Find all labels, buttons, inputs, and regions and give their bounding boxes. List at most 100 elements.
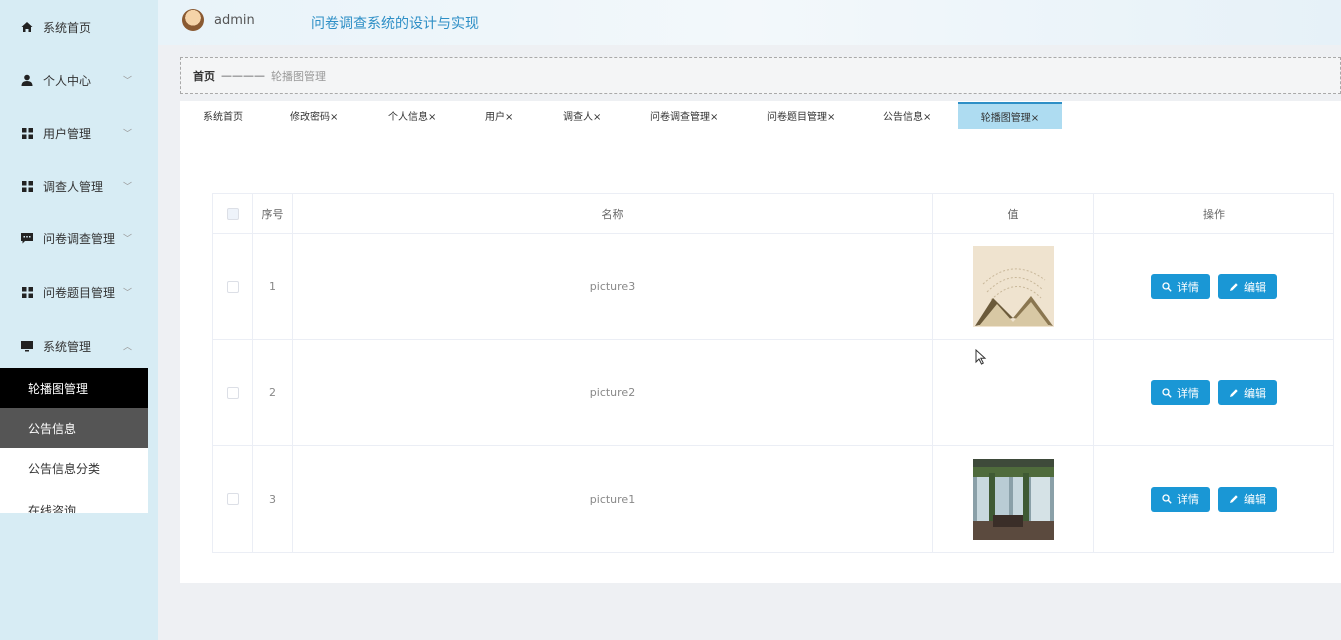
table-header: 序号 名称 值 操作 xyxy=(213,194,1333,234)
row-checkbox-cell xyxy=(213,446,253,552)
row-operations: 详情 编辑 xyxy=(1094,340,1334,445)
detail-button[interactable]: 详情 xyxy=(1151,274,1210,299)
grid-icon xyxy=(20,126,34,140)
row-value xyxy=(933,446,1094,552)
sidebar-item-system[interactable]: 系统管理 ︿ xyxy=(0,320,148,372)
tab-profile[interactable]: 个人信息× xyxy=(388,102,436,129)
tab-home[interactable]: 系统首页 xyxy=(203,102,243,129)
detail-label: 详情 xyxy=(1177,493,1199,506)
chevron-down-icon: ﹀ xyxy=(122,182,132,193)
row-name: picture2 xyxy=(293,340,933,445)
chevron-up-icon: ︿ xyxy=(122,342,132,353)
detail-button[interactable]: 详情 xyxy=(1151,486,1210,512)
submenu-notice-category[interactable]: 公告信息分类 xyxy=(0,448,148,488)
row-checkbox-cell xyxy=(213,234,253,339)
sidebar-item-label: 问卷题目管理 xyxy=(43,285,116,300)
avatar[interactable] xyxy=(182,9,204,31)
breadcrumb-current: 轮播图管理 xyxy=(271,69,326,83)
row-checkbox[interactable] xyxy=(226,493,239,505)
sidebar: 系统首页 个人中心 ﹀ 用户管理 ﹀ 调查人管理 ﹀ 问卷调查管理 ﹀ 问卷题目… xyxy=(0,0,158,640)
chevron-down-icon: ﹀ xyxy=(122,76,132,87)
tab-bar: 系统首页 修改密码× 个人信息× 用户× 调查人× 问卷调查管理× 问卷题目管理… xyxy=(180,101,1341,129)
search-icon xyxy=(1162,387,1172,398)
tab-notice[interactable]: 公告信息× xyxy=(883,102,931,129)
table-row: 1 picture3 详情 编辑 xyxy=(213,234,1333,340)
header-name: 名称 xyxy=(293,194,933,233)
search-icon xyxy=(1162,281,1172,292)
pencil-icon xyxy=(1230,388,1238,397)
row-value xyxy=(933,234,1094,339)
breadcrumb-home[interactable]: 首页 xyxy=(193,68,215,84)
interior-image xyxy=(972,458,1054,540)
sidebar-item-questions[interactable]: 问卷题目管理 ﹀ xyxy=(0,266,148,318)
header-operations: 操作 xyxy=(1203,207,1225,221)
book-image xyxy=(972,246,1054,327)
tab-surveyor[interactable]: 调查人× xyxy=(563,102,601,129)
header-checkbox-cell xyxy=(213,194,253,233)
table-row: 3 picture1 详情 编辑 xyxy=(213,446,1333,552)
sidebar-item-label: 用户管理 xyxy=(43,126,92,141)
sidebar-item-surveyors[interactable]: 调查人管理 ﹀ xyxy=(0,160,148,212)
select-all-checkbox[interactable] xyxy=(226,207,239,220)
app-title: 问卷调查系统的设计与实现 xyxy=(311,16,479,32)
sidebar-item-home[interactable]: 系统首页 xyxy=(0,1,148,53)
cursor-icon xyxy=(975,349,987,365)
edit-button[interactable]: 编辑 xyxy=(1218,380,1277,405)
chevron-down-icon: ﹀ xyxy=(122,234,132,245)
header-value: 值 xyxy=(933,194,1094,233)
chevron-down-icon: ﹀ xyxy=(122,288,132,299)
row-index: 1 xyxy=(253,234,293,339)
sidebar-item-label: 问卷调查管理 xyxy=(43,231,116,246)
detail-label: 详情 xyxy=(1177,280,1199,294)
row-operations: 详情 编辑 xyxy=(1094,234,1334,339)
sidebar-item-surveys[interactable]: 问卷调查管理 ﹀ xyxy=(0,212,148,264)
pencil-icon xyxy=(1230,282,1238,291)
detail-button[interactable]: 详情 xyxy=(1151,380,1210,405)
monitor-icon xyxy=(20,339,34,353)
grid-icon xyxy=(20,179,34,193)
row-checkbox[interactable] xyxy=(226,280,239,293)
tab-survey-management[interactable]: 问卷调查管理× xyxy=(650,102,718,129)
main-panel: 系统首页 修改密码× 个人信息× 用户× 调查人× 问卷调查管理× 问卷题目管理… xyxy=(180,101,1341,583)
grid-icon xyxy=(20,285,34,299)
sidebar-item-label: 系统首页 xyxy=(43,20,92,35)
row-index: 3 xyxy=(253,446,293,552)
header-index: 序号 xyxy=(253,194,293,233)
row-index: 2 xyxy=(253,340,293,445)
sidebar-item-label: 个人中心 xyxy=(43,73,92,88)
row-checkbox[interactable] xyxy=(226,386,239,399)
row-name: picture3 xyxy=(293,234,933,339)
submenu-carousel[interactable]: 轮播图管理 xyxy=(0,368,148,408)
pencil-icon xyxy=(1230,495,1238,503)
edit-label: 编辑 xyxy=(1244,493,1266,506)
tab-question-management[interactable]: 问卷题目管理× xyxy=(767,102,835,129)
chat-icon xyxy=(20,231,34,245)
top-header: admin 问卷调查系统的设计与实现 xyxy=(158,0,1341,45)
table-row: 2 picture2 详情 编辑 xyxy=(213,340,1333,446)
tab-carousel[interactable]: 轮播图管理× xyxy=(958,102,1062,129)
edit-button[interactable]: 编辑 xyxy=(1218,486,1277,512)
sidebar-item-users[interactable]: 用户管理 ﹀ xyxy=(0,107,148,159)
detail-label: 详情 xyxy=(1177,386,1199,400)
edit-button[interactable]: 编辑 xyxy=(1218,274,1277,299)
submenu-notice[interactable]: 公告信息 xyxy=(0,408,148,448)
carousel-table: 序号 名称 值 操作 1 picture3 详情 编辑 2 picture2 详… xyxy=(212,193,1334,553)
breadcrumb: 首页 ———— 轮播图管理 xyxy=(180,57,1341,94)
row-value xyxy=(933,340,1094,445)
chevron-down-icon: ﹀ xyxy=(122,129,132,140)
edit-label: 编辑 xyxy=(1244,280,1266,294)
edit-label: 编辑 xyxy=(1244,386,1266,400)
tab-user[interactable]: 用户× xyxy=(485,102,513,129)
home-icon xyxy=(20,20,34,34)
search-icon xyxy=(1162,494,1172,504)
sidebar-item-label: 调查人管理 xyxy=(43,179,104,194)
submenu-online-consult[interactable]: 在线咨询 xyxy=(0,488,148,513)
tab-change-password[interactable]: 修改密码× xyxy=(290,102,338,129)
row-name: picture1 xyxy=(293,446,933,552)
row-checkbox-cell xyxy=(213,340,253,445)
sidebar-item-profile[interactable]: 个人中心 ﹀ xyxy=(0,54,148,106)
sidebar-item-label: 系统管理 xyxy=(43,339,92,354)
row-operations: 详情 编辑 xyxy=(1094,446,1334,552)
breadcrumb-separator: ———— xyxy=(221,69,265,82)
username[interactable]: admin xyxy=(214,13,255,28)
